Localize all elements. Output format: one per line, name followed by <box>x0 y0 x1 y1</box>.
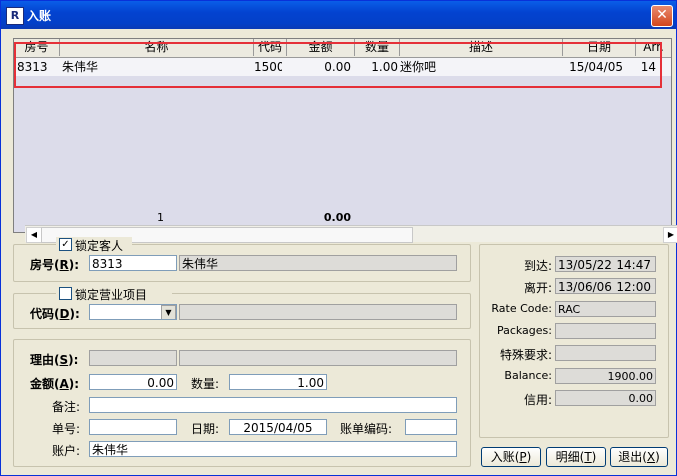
scroll-right-button[interactable]: ▶ <box>663 227 677 243</box>
reason-desc-field <box>179 350 457 366</box>
footer-total: 0.00 <box>323 211 351 224</box>
special-request-field <box>555 345 656 361</box>
bill-code-input[interactable] <box>405 419 457 435</box>
departure-date: 13/06/06 <box>558 280 612 294</box>
credit-label: 信用: <box>523 393 552 407</box>
qty-label: 数量: <box>191 377 220 391</box>
bill-code-label: 账单编码: <box>340 422 393 436</box>
bill-no-input[interactable] <box>89 419 177 435</box>
post-charge-window: R 入账 ✕ 房号 名称 代码 金额 数量 描述 日期 Arr. 8313 朱伟… <box>0 0 677 476</box>
qty-input[interactable]: 1.00 <box>229 374 327 390</box>
rate-code-label: Rate Code: <box>491 302 552 315</box>
room-input[interactable]: 8313 <box>89 255 177 271</box>
close-icon: ✕ <box>656 7 668 23</box>
reason-label: 理由(S): <box>30 353 79 367</box>
date-input[interactable]: 2015/04/05 <box>229 419 327 435</box>
arrow-left-icon: ◀ <box>30 230 38 239</box>
reason-input[interactable] <box>89 350 177 366</box>
lock-item-legend: 锁定营业项目 <box>56 286 172 302</box>
departure-field: 13/06/06 12:00 <box>555 278 656 294</box>
highlight-box <box>14 42 662 88</box>
arrival-label: 到达: <box>523 259 552 273</box>
code-label: 代码(D): <box>30 307 80 321</box>
remark-label: 备注: <box>52 400 81 414</box>
lock-item-label: 锁定营业项目 <box>75 288 148 302</box>
post-button[interactable]: 入账(P) <box>481 447 541 467</box>
departure-time: 12:00 <box>616 280 651 294</box>
account-input[interactable]: 朱伟华 <box>89 441 457 457</box>
arrival-time: 14:47 <box>616 258 651 272</box>
arrival-field: 13/05/22 14:47 <box>555 256 656 272</box>
account-label: 账户: <box>52 444 81 458</box>
credit-field: 0.00 <box>555 390 656 406</box>
lock-item-checkbox[interactable] <box>59 287 72 300</box>
footer-count: 1 <box>157 211 164 224</box>
exit-button[interactable]: 退出(X) <box>610 447 668 467</box>
item-name-field <box>179 304 457 320</box>
code-dropdown-button[interactable]: ▼ <box>161 305 176 319</box>
remark-input[interactable] <box>89 397 457 413</box>
balance-label: Balance: <box>504 369 552 382</box>
packages-label: Packages: <box>496 324 552 337</box>
code-select[interactable]: ▼ <box>89 304 177 320</box>
close-button[interactable]: ✕ <box>651 5 673 27</box>
rate-code-field: RAC <box>555 301 656 317</box>
window-body: 房号 名称 代码 金额 数量 描述 日期 Arr. 8313 朱伟华 1500 … <box>4 29 677 472</box>
arrow-right-icon: ▶ <box>667 230 675 239</box>
departure-label: 离开: <box>523 281 552 295</box>
window-title: 入账 <box>27 9 52 23</box>
scroll-left-button[interactable]: ◀ <box>26 227 42 243</box>
lock-guest-legend: ✓ 锁定客人 <box>56 237 132 253</box>
lock-guest-label: 锁定客人 <box>75 239 124 253</box>
title-bar[interactable]: R 入账 ✕ <box>1 1 676 29</box>
date-label: 日期: <box>191 422 220 436</box>
chevron-down-icon: ▼ <box>165 308 172 317</box>
amount-input[interactable]: 0.00 <box>89 374 177 390</box>
app-logo-icon: R <box>6 7 24 25</box>
guest-name-field: 朱伟华 <box>179 255 457 271</box>
packages-field <box>555 323 656 339</box>
amount-label: 金额(A): <box>30 377 80 391</box>
arrival-date: 13/05/22 <box>558 258 612 272</box>
room-label: 房号(R): <box>30 258 80 272</box>
balance-field: 1900.00 <box>555 368 656 384</box>
special-request-label: 特殊要求: <box>499 348 552 362</box>
lock-guest-checkbox[interactable]: ✓ <box>59 238 72 251</box>
bill-no-label: 单号: <box>52 422 81 436</box>
detail-button[interactable]: 明细(T) <box>546 447 606 467</box>
